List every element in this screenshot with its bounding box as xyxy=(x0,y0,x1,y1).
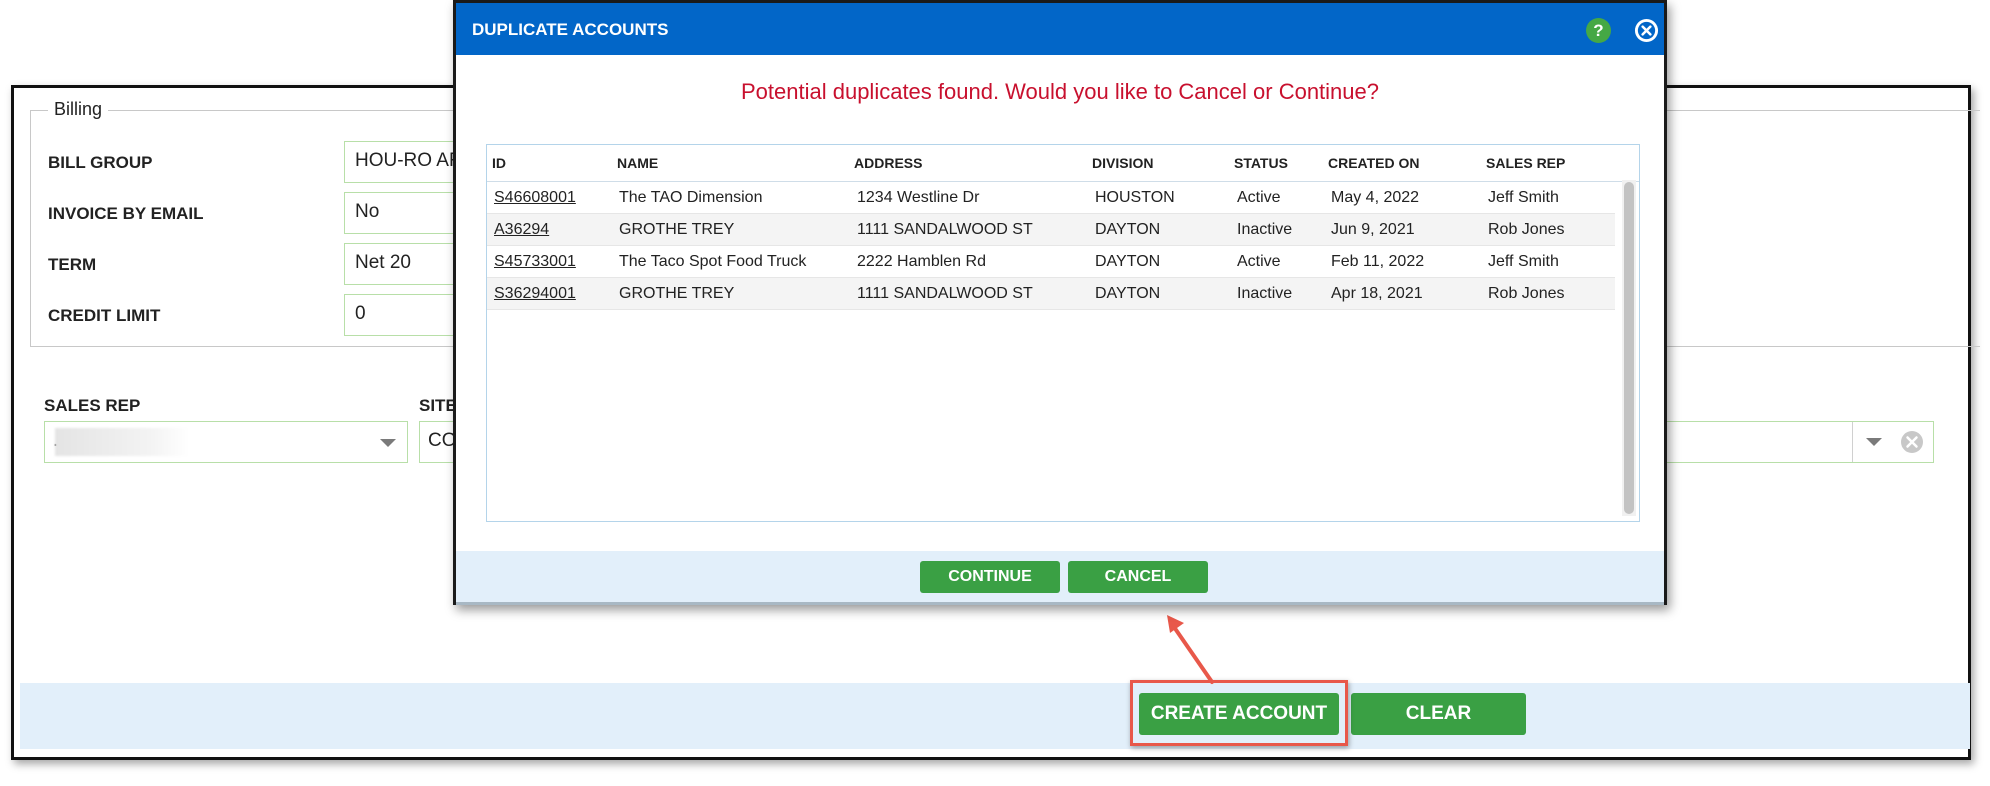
term-label: TERM xyxy=(48,255,97,274)
clear-circle-icon[interactable] xyxy=(1900,430,1924,454)
column-header-address[interactable]: ADDRESS xyxy=(854,155,922,171)
account-id-link[interactable]: S46608001 xyxy=(494,189,576,207)
help-icon[interactable]: ? xyxy=(1586,18,1611,43)
chevron-down-icon[interactable] xyxy=(1866,438,1882,446)
annotation-arrow-icon xyxy=(1167,615,1214,684)
name-cell: GROTHE TREY xyxy=(619,221,735,238)
status-cell: Inactive xyxy=(1237,285,1293,302)
table-row[interactable]: S45733001 The Taco Spot Food Truck 2222 … xyxy=(487,246,1615,278)
select-divider xyxy=(1852,422,1853,462)
sales-rep-cell: Jeff Smith xyxy=(1488,253,1559,270)
name-cell: GROTHE TREY xyxy=(619,285,735,302)
sales-rep-select[interactable]: . xyxy=(44,421,408,463)
billing-legend: Billing xyxy=(48,99,109,120)
division-cell: HOUSTON xyxy=(1095,189,1175,206)
name-cell: The TAO Dimension xyxy=(619,189,763,206)
site-label: SITE xyxy=(419,396,457,415)
name-cell: The Taco Spot Food Truck xyxy=(619,253,807,270)
address-cell: 1234 Westline Dr xyxy=(857,189,980,206)
created-on-cell: Apr 18, 2021 xyxy=(1331,285,1423,302)
account-id-link[interactable]: S36294001 xyxy=(494,285,576,303)
division-cell: DAYTON xyxy=(1095,285,1161,302)
clear-button[interactable]: CLEAR xyxy=(1351,693,1526,735)
dialog-footer: CONTINUE CANCEL xyxy=(456,551,1664,602)
table-row[interactable]: S36294001 GROTHE TREY 1111 SANDALWOOD ST… xyxy=(487,278,1615,310)
address-cell: 1111 SANDALWOOD ST xyxy=(857,221,1033,238)
column-header-name[interactable]: NAME xyxy=(617,155,658,171)
form-footer xyxy=(20,683,1970,749)
sales-rep-label: SALES REP xyxy=(44,396,141,415)
table-row[interactable]: S46608001 The TAO Dimension 1234 Westlin… xyxy=(487,182,1615,214)
column-header-status[interactable]: STATUS xyxy=(1234,155,1288,171)
division-cell: DAYTON xyxy=(1095,221,1161,238)
scrollbar-thumb[interactable] xyxy=(1624,182,1634,514)
dialog-bottom-edge xyxy=(456,602,1664,605)
invoice-by-email-label: INVOICE BY EMAIL xyxy=(48,204,204,223)
sales-rep-cell: Jeff Smith xyxy=(1488,189,1559,206)
close-icon[interactable] xyxy=(1634,18,1659,43)
bill-group-label: BILL GROUP xyxy=(48,153,153,172)
table-row[interactable]: A36294 GROTHE TREY 1111 SANDALWOOD ST DA… xyxy=(487,214,1615,246)
status-cell: Inactive xyxy=(1237,221,1293,238)
sales-rep-cell: Rob Jones xyxy=(1488,221,1565,238)
status-cell: Active xyxy=(1237,253,1281,270)
dialog-title: DUPLICATE ACCOUNTS xyxy=(472,20,669,39)
sales-rep-cell: Rob Jones xyxy=(1488,285,1565,302)
division-cell: DAYTON xyxy=(1095,253,1161,270)
duplicate-accounts-dialog: DUPLICATE ACCOUNTS ? Potential duplicate… xyxy=(453,0,1667,605)
create-account-highlight xyxy=(1130,680,1348,746)
chevron-down-icon[interactable] xyxy=(380,439,396,447)
column-header-id[interactable]: ID xyxy=(492,155,506,171)
credit-limit-label: CREDIT LIMIT xyxy=(48,306,161,325)
duplicates-table: ID NAME ADDRESS DIVISION STATUS CREATED … xyxy=(486,144,1640,522)
address-cell: 2222 Hamblen Rd xyxy=(857,253,986,270)
account-id-link[interactable]: A36294 xyxy=(494,221,549,239)
created-on-cell: May 4, 2022 xyxy=(1331,189,1420,206)
continue-button[interactable]: CONTINUE xyxy=(920,561,1060,593)
column-header-division[interactable]: DIVISION xyxy=(1092,155,1153,171)
table-scrollbar[interactable] xyxy=(1622,180,1636,516)
duplicate-message: Potential duplicates found. Would you li… xyxy=(741,79,1379,104)
created-on-cell: Jun 9, 2021 xyxy=(1331,221,1415,238)
address-cell: 1111 SANDALWOOD ST xyxy=(857,285,1033,302)
redacted-name xyxy=(55,428,190,456)
column-header-sales-rep[interactable]: SALES REP xyxy=(1486,155,1565,171)
status-cell: Active xyxy=(1237,189,1281,206)
account-id-link[interactable]: S45733001 xyxy=(494,253,576,271)
dialog-header: DUPLICATE ACCOUNTS ? xyxy=(456,3,1664,55)
cancel-button[interactable]: CANCEL xyxy=(1068,561,1208,593)
column-header-created-on[interactable]: CREATED ON xyxy=(1328,155,1420,171)
created-on-cell: Feb 11, 2022 xyxy=(1331,253,1425,270)
